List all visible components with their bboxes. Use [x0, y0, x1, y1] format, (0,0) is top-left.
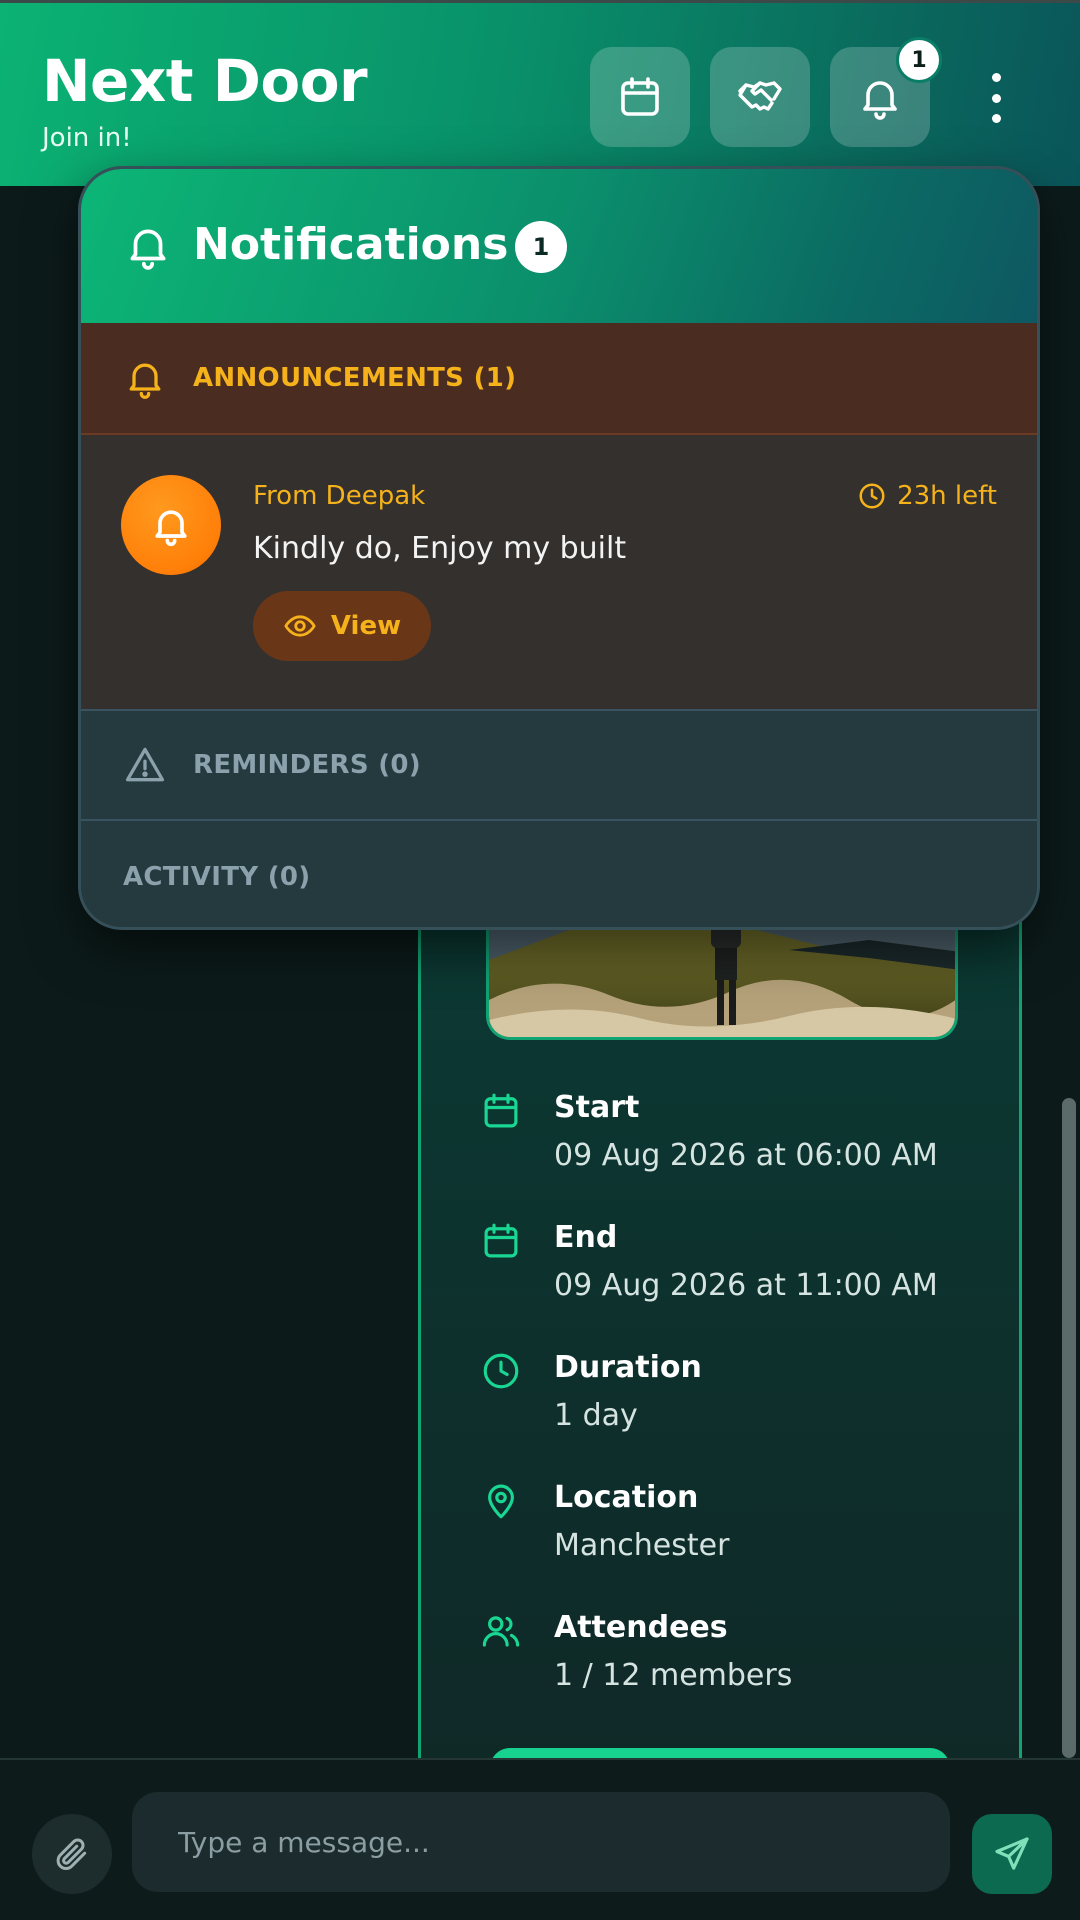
bell-icon — [129, 363, 161, 399]
detail-value: 09 Aug 2026 at 11:00 AM — [554, 1268, 938, 1303]
message-input[interactable] — [132, 1792, 950, 1892]
detail-label: Attendees — [554, 1610, 728, 1645]
clock-icon — [483, 1353, 519, 1389]
map-pin-icon — [488, 1484, 514, 1519]
avatar — [121, 475, 221, 575]
meetups-button[interactable] — [710, 47, 810, 147]
announcement-message: Kindly do, Enjoy my built — [253, 531, 627, 566]
calendar-icon — [484, 1223, 518, 1258]
notifications-panel: Notifications 1 ANNOUNCEMENTS (1) From D… — [78, 166, 1040, 930]
eye-icon — [284, 615, 316, 637]
notification-count-badge: 1 — [896, 37, 942, 83]
detail-value: Manchester — [554, 1528, 730, 1563]
bell-icon — [155, 510, 187, 547]
users-icon — [482, 1616, 520, 1647]
view-label: View — [330, 611, 402, 641]
attach-button[interactable] — [32, 1814, 112, 1894]
reminders-label: REMINDERS (0) — [193, 750, 421, 780]
scrollbar[interactable] — [1062, 1098, 1076, 1758]
app-title: Next Door — [42, 47, 368, 115]
more-options-button[interactable] — [978, 73, 1014, 123]
notifications-title: Notifications — [193, 219, 509, 270]
more-vertical-icon — [991, 73, 1001, 82]
announcements-section-header[interactable]: ANNOUNCEMENTS (1) — [81, 323, 1037, 435]
announcement-sender: From Deepak — [253, 481, 426, 511]
reminders-section-header[interactable]: REMINDERS (0) — [81, 709, 1037, 821]
detail-label: Duration — [554, 1350, 702, 1385]
calendar-button[interactable] — [590, 47, 690, 147]
announcements-label: ANNOUNCEMENTS (1) — [193, 363, 517, 393]
detail-value: 1 / 12 members — [554, 1658, 793, 1693]
calendar-icon — [484, 1093, 518, 1128]
notifications-button[interactable]: 1 — [830, 37, 942, 147]
notifications-header: Notifications 1 — [81, 169, 1037, 323]
detail-label: End — [554, 1220, 618, 1255]
detail-label: Location — [554, 1480, 699, 1515]
app-header: Next Door Join in! 1 — [0, 0, 1080, 186]
announcement-item: From Deepak 23h left Kindly do, Enjoy my… — [81, 435, 1037, 709]
send-icon — [995, 1837, 1029, 1870]
time-left-text: 23h left — [897, 481, 997, 511]
message-composer — [0, 1758, 1080, 1920]
paperclip-icon — [56, 1838, 87, 1870]
clock-icon — [859, 483, 885, 509]
activity-label: ACTIVITY (0) — [123, 862, 311, 892]
detail-label: Start — [554, 1090, 640, 1125]
detail-value: 09 Aug 2026 at 06:00 AM — [554, 1138, 938, 1173]
warning-icon — [125, 747, 165, 782]
bell-icon — [130, 229, 166, 270]
app-subtitle: Join in! — [42, 123, 132, 153]
announcement-time-left: 23h left — [857, 481, 997, 511]
detail-value: 1 day — [554, 1398, 638, 1433]
bell-icon — [863, 81, 897, 120]
send-button[interactable] — [972, 1814, 1052, 1894]
handshake-icon — [738, 81, 782, 111]
view-button[interactable]: View — [253, 591, 431, 661]
activity-section-header[interactable]: ACTIVITY (0) — [81, 821, 1037, 927]
notifications-count-badge: 1 — [515, 221, 567, 273]
calendar-icon — [621, 77, 659, 116]
